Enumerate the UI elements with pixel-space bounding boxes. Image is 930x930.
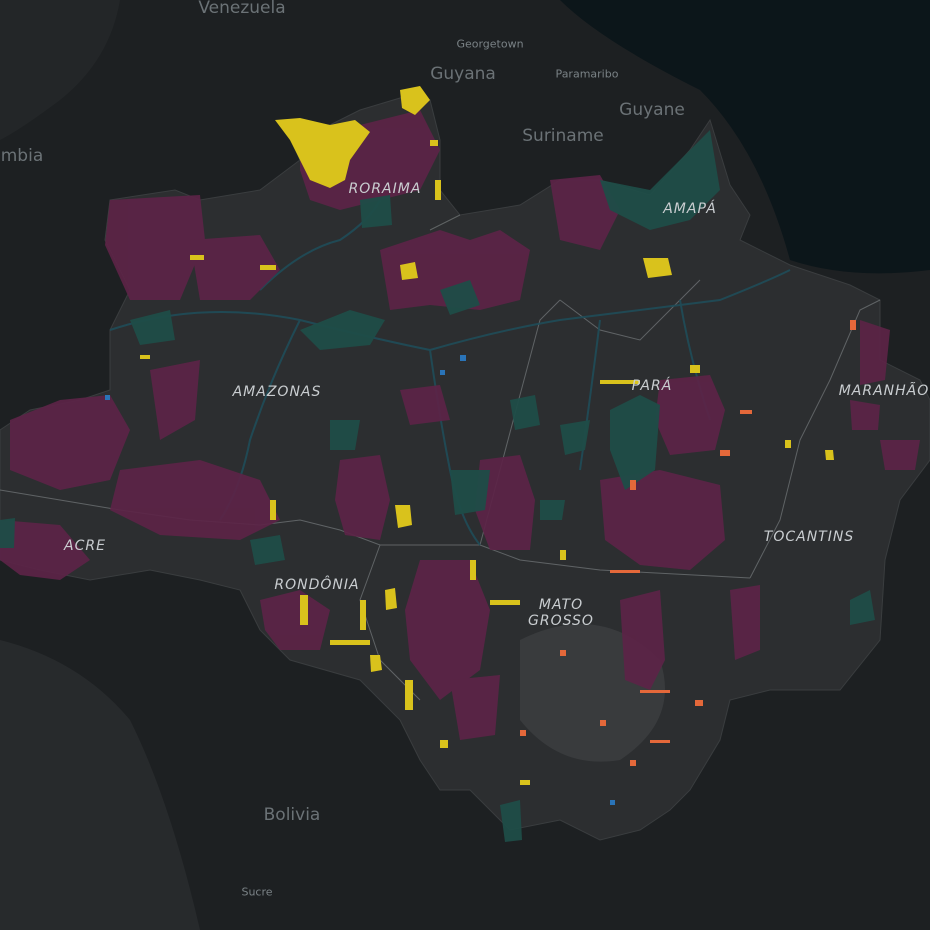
map-canvas[interactable]: Venezuela Georgetown Guyana Paramaribo G… bbox=[0, 0, 930, 930]
map-graphics bbox=[0, 0, 930, 930]
